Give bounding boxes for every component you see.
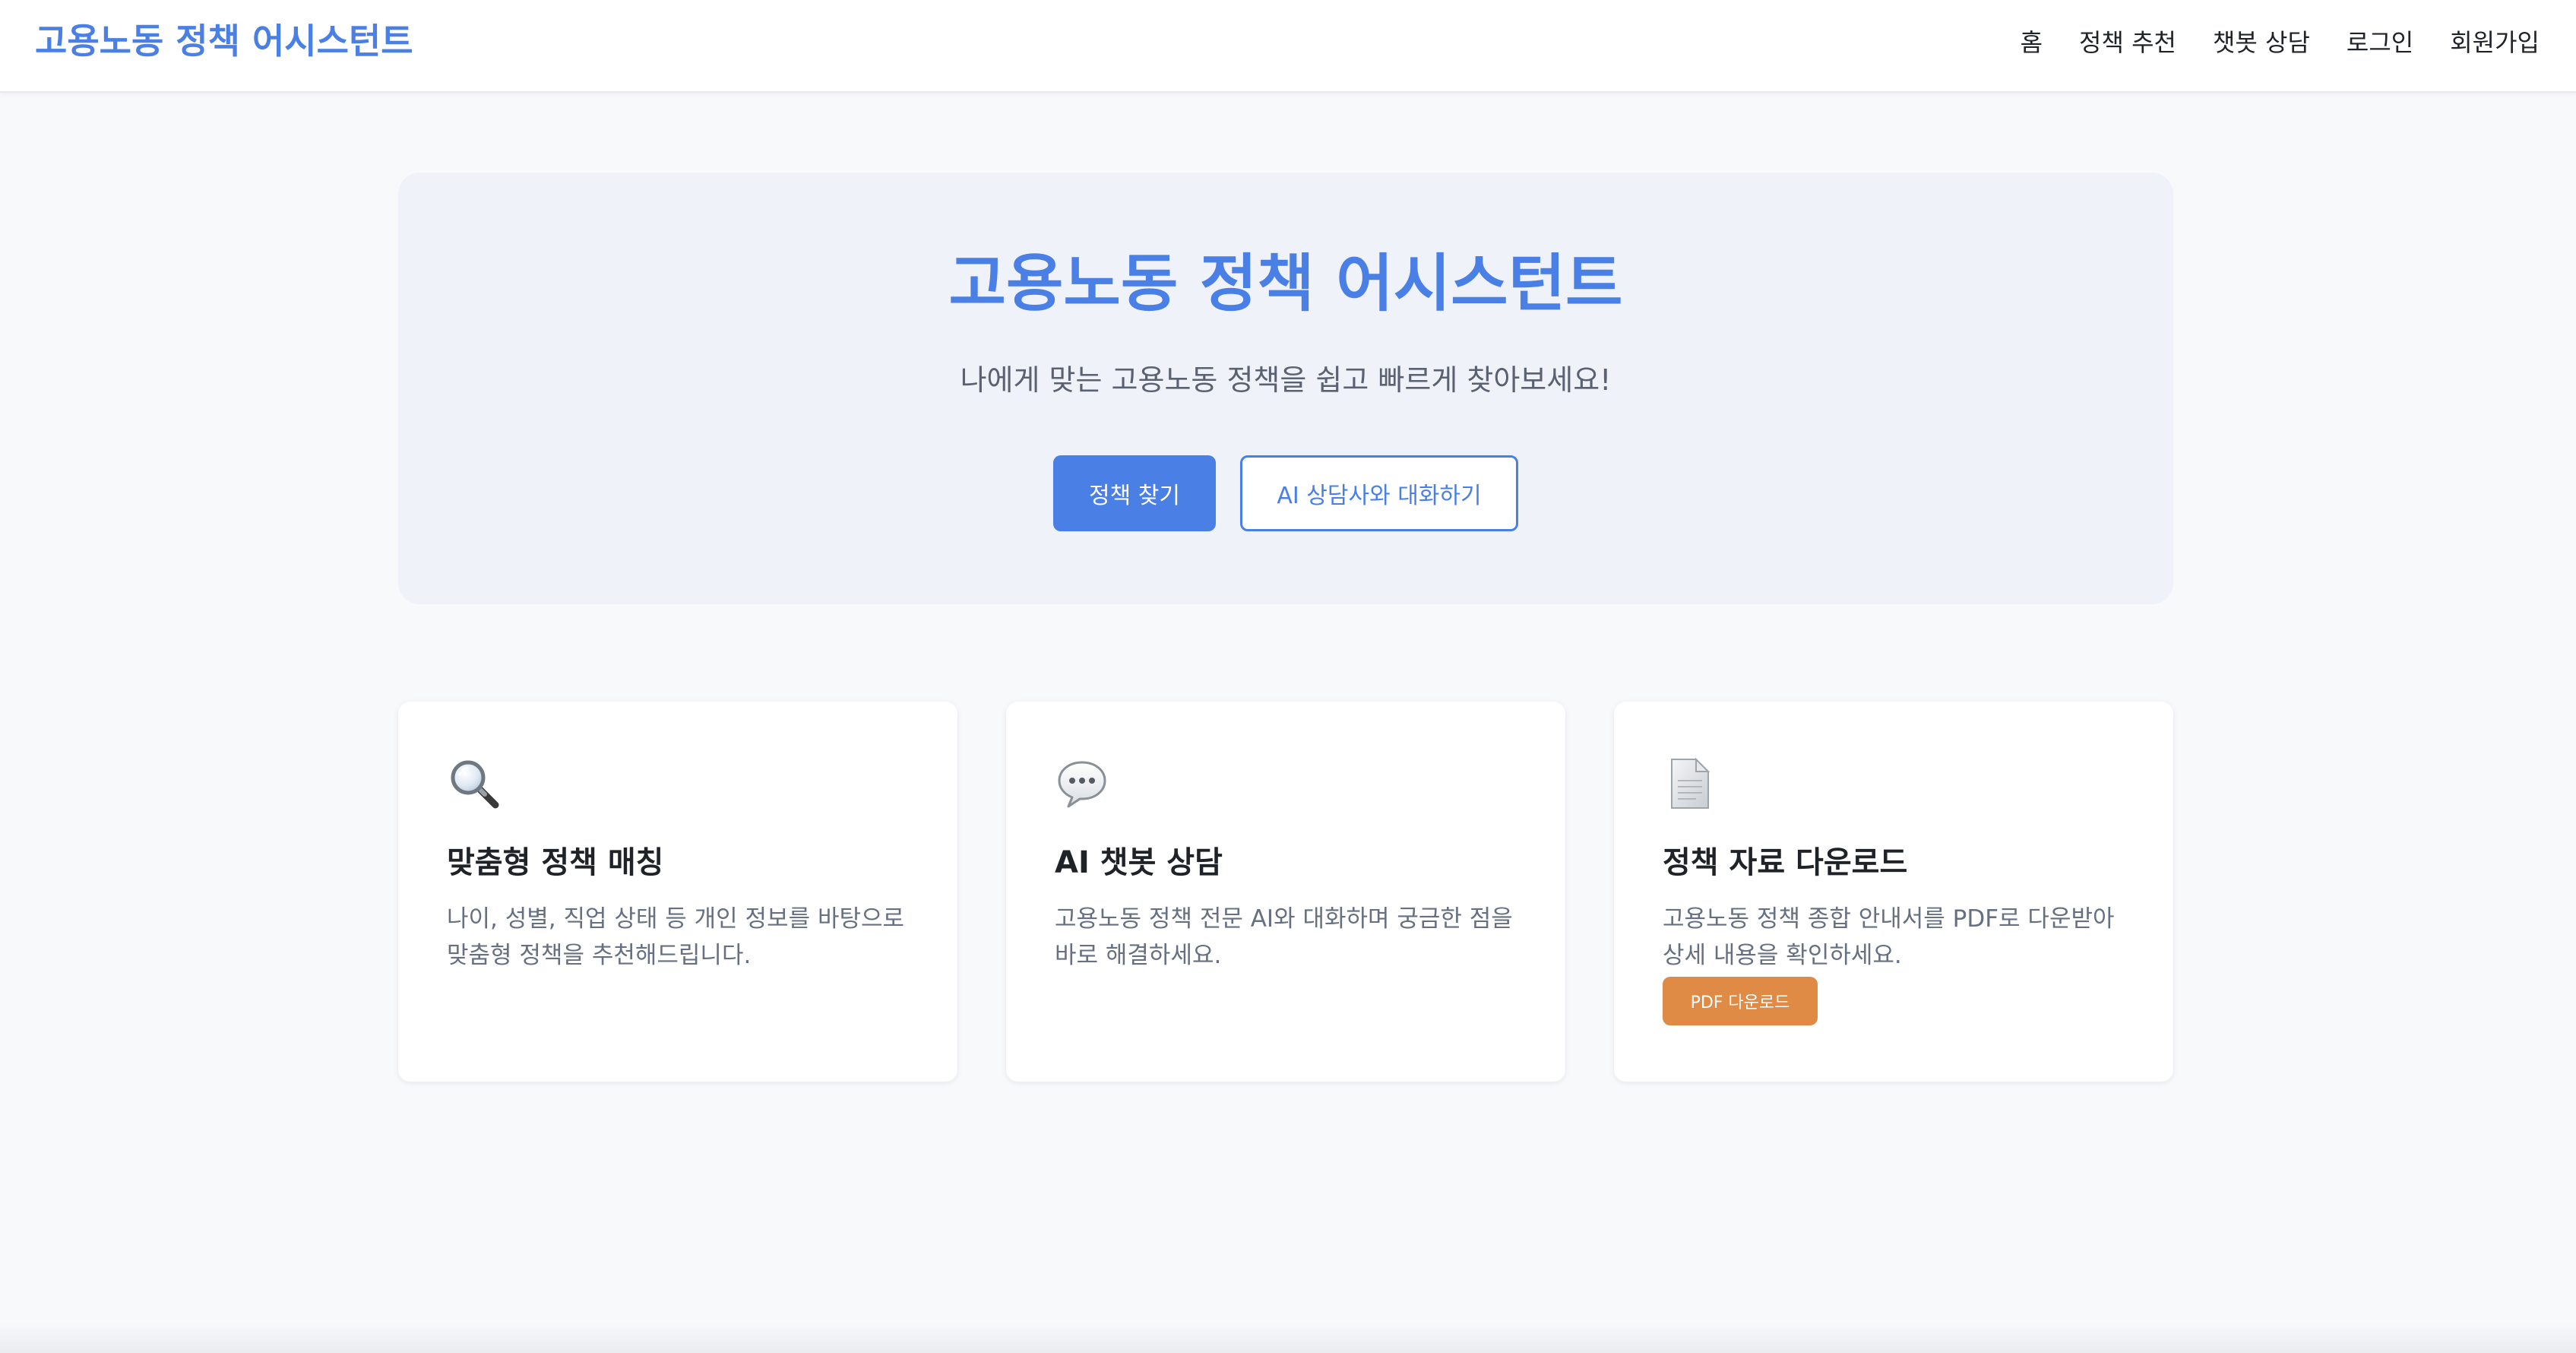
document-icon [1671,757,1710,809]
nav-signup[interactable]: 회원가입 [2450,24,2540,59]
feature-title: 맞춤형 정책 매칭 [447,845,664,880]
feature-card-matching[interactable]: 맞춤형 정책 매칭 나이, 성별, 직업 상태 등 개인 정보를 바탕으로 맞춤… [398,702,957,1082]
feature-cards: 맞춤형 정책 매칭 나이, 성별, 직업 상태 등 개인 정보를 바탕으로 맞춤… [398,702,2173,1082]
speech-bubble-icon [1058,761,1106,808]
main-nav: 홈 정책 추천 챗봇 상담 로그인 회원가입 [2021,0,2540,82]
pdf-download-button[interactable]: PDF 다운로드 [1663,977,1818,1025]
brand-logo[interactable]: 고용노동 정책 어시스턴트 [35,0,413,93]
feature-card-download[interactable]: 정책 자료 다운로드 고용노동 정책 종합 안내서를 PDF로 다운받아 상세 … [1614,702,2173,1082]
hero-section: 고용노동 정책 어시스턴트 나에게 맞는 고용노동 정책을 쉽고 빠르게 찾아보… [398,173,2173,604]
feature-description: 나이, 성별, 직업 상태 등 개인 정보를 바탕으로 맞춤형 정책을 추천해드… [447,905,905,969]
ai-chat-button[interactable]: AI 상담사와 대화하기 [1240,455,1518,531]
feature-description: 고용노동 정책 종합 안내서를 PDF로 다운받아 상세 내용을 확인하세요. [1663,905,2115,969]
feature-title: 정책 자료 다운로드 [1663,845,1908,880]
nav-home[interactable]: 홈 [2021,24,2043,59]
feature-card-chatbot[interactable]: AI 챗봇 상담 고용노동 정책 전문 AI와 대화하며 궁금한 점을 바로 해… [1006,702,1565,1082]
feature-title: AI 챗봇 상담 [1055,845,1223,880]
nav-chatbot[interactable]: 챗봇 상담 [2213,24,2310,59]
nav-login[interactable]: 로그인 [2347,24,2413,59]
nav-policy-recommend[interactable]: 정책 추천 [2079,24,2176,59]
feature-description: 고용노동 정책 전문 AI와 대화하며 궁금한 점을 바로 해결하세요. [1055,905,1513,969]
find-policy-button[interactable]: 정책 찾기 [1053,455,1216,531]
magnifier-icon [451,760,499,809]
hero-title: 고용노동 정책 어시스턴트 [948,248,1623,320]
hero-actions: 정책 찾기 AI 상담사와 대화하기 [398,455,2173,531]
site-header: 고용노동 정책 어시스턴트 홈 정책 추천 챗봇 상담 로그인 회원가입 [0,0,2576,93]
hero-subtitle: 나에게 맞는 고용노동 정책을 쉽고 빠르게 찾아보세요! [960,363,1612,397]
bottom-shadow [0,1323,2576,1353]
